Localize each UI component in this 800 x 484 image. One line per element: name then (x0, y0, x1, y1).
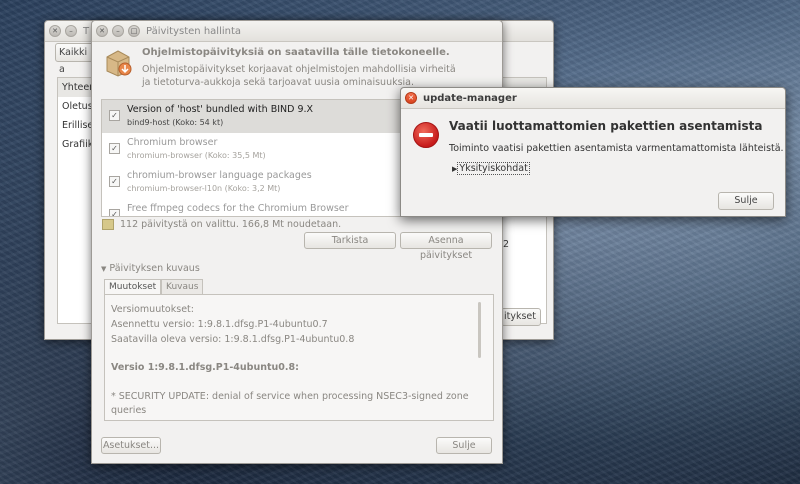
back-minimize-icon[interactable]: – (65, 25, 77, 37)
header-title: Ohjelmistopäivityksiä on saatavilla täll… (142, 47, 450, 58)
back-bottom-button[interactable]: itykset (501, 308, 541, 326)
close-button[interactable]: Sulje (436, 437, 492, 454)
package-checkbox[interactable]: ✓ (109, 143, 120, 154)
package-detail: bind9-host (Koko: 54 kt) (127, 118, 224, 127)
changelog-line: Saatavilla oleva versio: 1:9.8.1.dfsg.P1… (111, 334, 355, 345)
back-all-button[interactable]: Kaikki a (55, 43, 95, 75)
back-close-icon[interactable]: ✕ (49, 25, 61, 37)
package-detail: chromium-browser-l10n (Koko: 3,2 Mt) (127, 184, 281, 193)
changelog-line: * SECURITY UPDATE: denial of service whe… (111, 391, 469, 402)
back-side-fragment: 2 (503, 239, 510, 250)
details-expander-label: Yksityiskohdat (457, 162, 530, 175)
install-updates-button[interactable]: Asenna päivitykset (400, 232, 492, 261)
dialog-titlebar: ✕ update-manager (401, 88, 785, 109)
package-checkbox[interactable]: ✓ (109, 110, 120, 121)
tab-changes[interactable]: Muutokset (104, 279, 162, 295)
package-name: Version of 'host' bundled with BIND 9.X (127, 104, 314, 115)
description-expander-label: Päivityksen kuvaus (109, 263, 200, 274)
changelog-line: Asennettu versio: 1:9.8.1.dfsg.P1-4ubunt… (111, 319, 328, 330)
header-description: Ohjelmistopäivitykset korjaavat ohjelmis… (142, 64, 456, 88)
package-name: Chromium browser (127, 137, 218, 148)
error-stop-icon (413, 122, 439, 148)
dialog-close-icon[interactable]: ✕ (405, 92, 417, 104)
details-expander[interactable]: ▶ Yksityiskohdat (452, 162, 530, 175)
package-name: Free ffmpeg codecs for the Chromium Brow… (127, 203, 349, 214)
changelog-line: queries (111, 405, 147, 416)
back-window-title: T (83, 25, 90, 37)
changelog-view[interactable]: Versiomuutokset: Asennettu versio: 1:9.8… (104, 294, 494, 421)
package-checkbox[interactable]: ✓ (109, 176, 120, 187)
summary-icon (102, 219, 114, 230)
changelog-version: Versio 1:9.8.1.dfsg.P1-4ubuntu0.8: (111, 362, 299, 373)
dialog-title: update-manager (423, 92, 517, 104)
main-maximize-icon[interactable]: □ (128, 25, 140, 37)
untrusted-packages-dialog: ✕ update-manager Vaatii luottamattomien … (400, 87, 786, 217)
settings-button[interactable]: Asetukset... (101, 437, 161, 454)
main-minimize-icon[interactable]: – (112, 25, 124, 37)
check-button[interactable]: Tarkista (304, 232, 396, 249)
package-checkbox[interactable]: ✓ (109, 209, 120, 216)
dialog-close-button[interactable]: Sulje (718, 192, 774, 210)
changelog-scrollbar[interactable] (478, 302, 481, 358)
dialog-message: Toiminto vaatisi pakettien asentamista v… (449, 143, 784, 154)
update-summary: 112 päivitystä on valittu. 166,8 Mt noud… (120, 219, 342, 230)
changelog-line: Versiomuutokset: (111, 304, 194, 315)
main-window-titlebar: ✕ – □ Päivitysten hallinta (92, 21, 502, 42)
main-window-title: Päivitysten hallinta (146, 25, 242, 37)
package-update-icon (106, 50, 132, 77)
package-name: chromium-browser language packages (127, 170, 312, 181)
dialog-heading: Vaatii luottamattomien pakettien asentam… (449, 119, 763, 133)
tab-description[interactable]: Kuvaus (161, 279, 204, 294)
package-detail: chromium-browser (Koko: 35,5 Mt) (127, 151, 266, 160)
expander-arrow-icon: ▼ (101, 265, 107, 273)
main-close-icon[interactable]: ✕ (96, 25, 108, 37)
description-expander[interactable]: ▼ Päivityksen kuvaus (101, 263, 200, 274)
